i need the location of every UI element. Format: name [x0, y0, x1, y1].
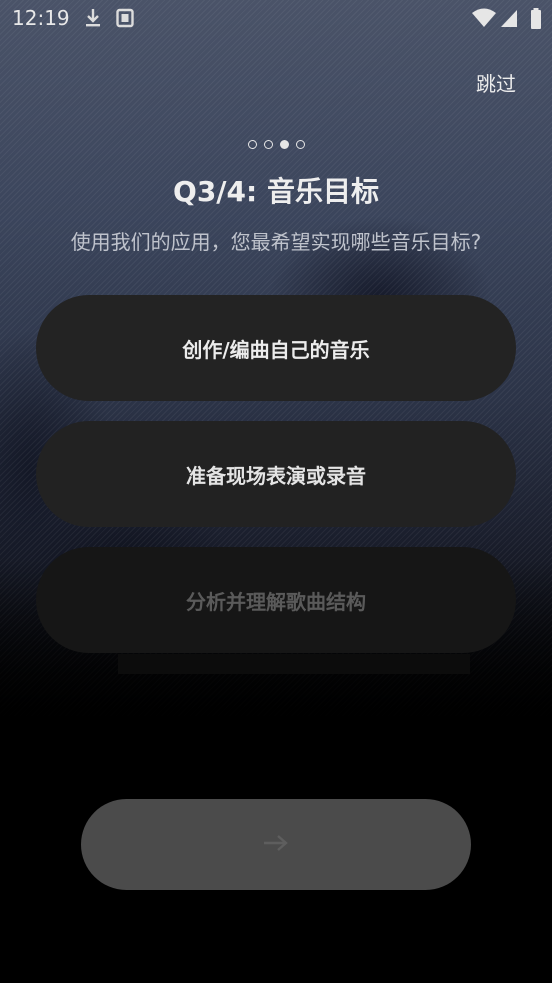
download-icon — [84, 8, 102, 32]
option-compose-arrange[interactable]: 创作/编曲自己的音乐 — [36, 295, 516, 401]
question-subtitle: 使用我们的应用，您最希望实现哪些音乐目标? — [70, 230, 482, 254]
option-label: 准备现场表演或录音 — [186, 463, 366, 488]
wifi-icon — [472, 8, 496, 32]
status-bar: 12:19 — [0, 0, 552, 36]
progress-dot — [295, 140, 305, 149]
notification-app-icon — [116, 8, 134, 32]
question-title: Q3/4: 音乐目标 — [173, 175, 379, 208]
skip-button[interactable]: 跳过 — [476, 68, 516, 97]
progress-dot — [263, 140, 273, 149]
progress-dots — [0, 140, 552, 149]
signal-icon — [500, 8, 518, 32]
arrow-right-icon — [262, 833, 290, 857]
next-option-peek — [118, 654, 470, 674]
option-analyze-structure[interactable]: 分析并理解歌曲结构 — [36, 547, 516, 653]
progress-dot — [247, 140, 257, 149]
next-button[interactable] — [81, 799, 471, 890]
option-prepare-performance[interactable]: 准备现场表演或录音 — [36, 421, 516, 527]
battery-icon — [530, 8, 542, 34]
progress-dot-active — [279, 140, 289, 149]
option-label: 创作/编曲自己的音乐 — [182, 337, 370, 362]
option-label: 分析并理解歌曲结构 — [186, 589, 366, 614]
status-time: 12:19 — [12, 6, 70, 30]
onboarding-screen: 12:19 跳过 Q3/4: 音乐目标 使用我们的应用，您最希望实现哪些音乐目标… — [0, 0, 552, 983]
